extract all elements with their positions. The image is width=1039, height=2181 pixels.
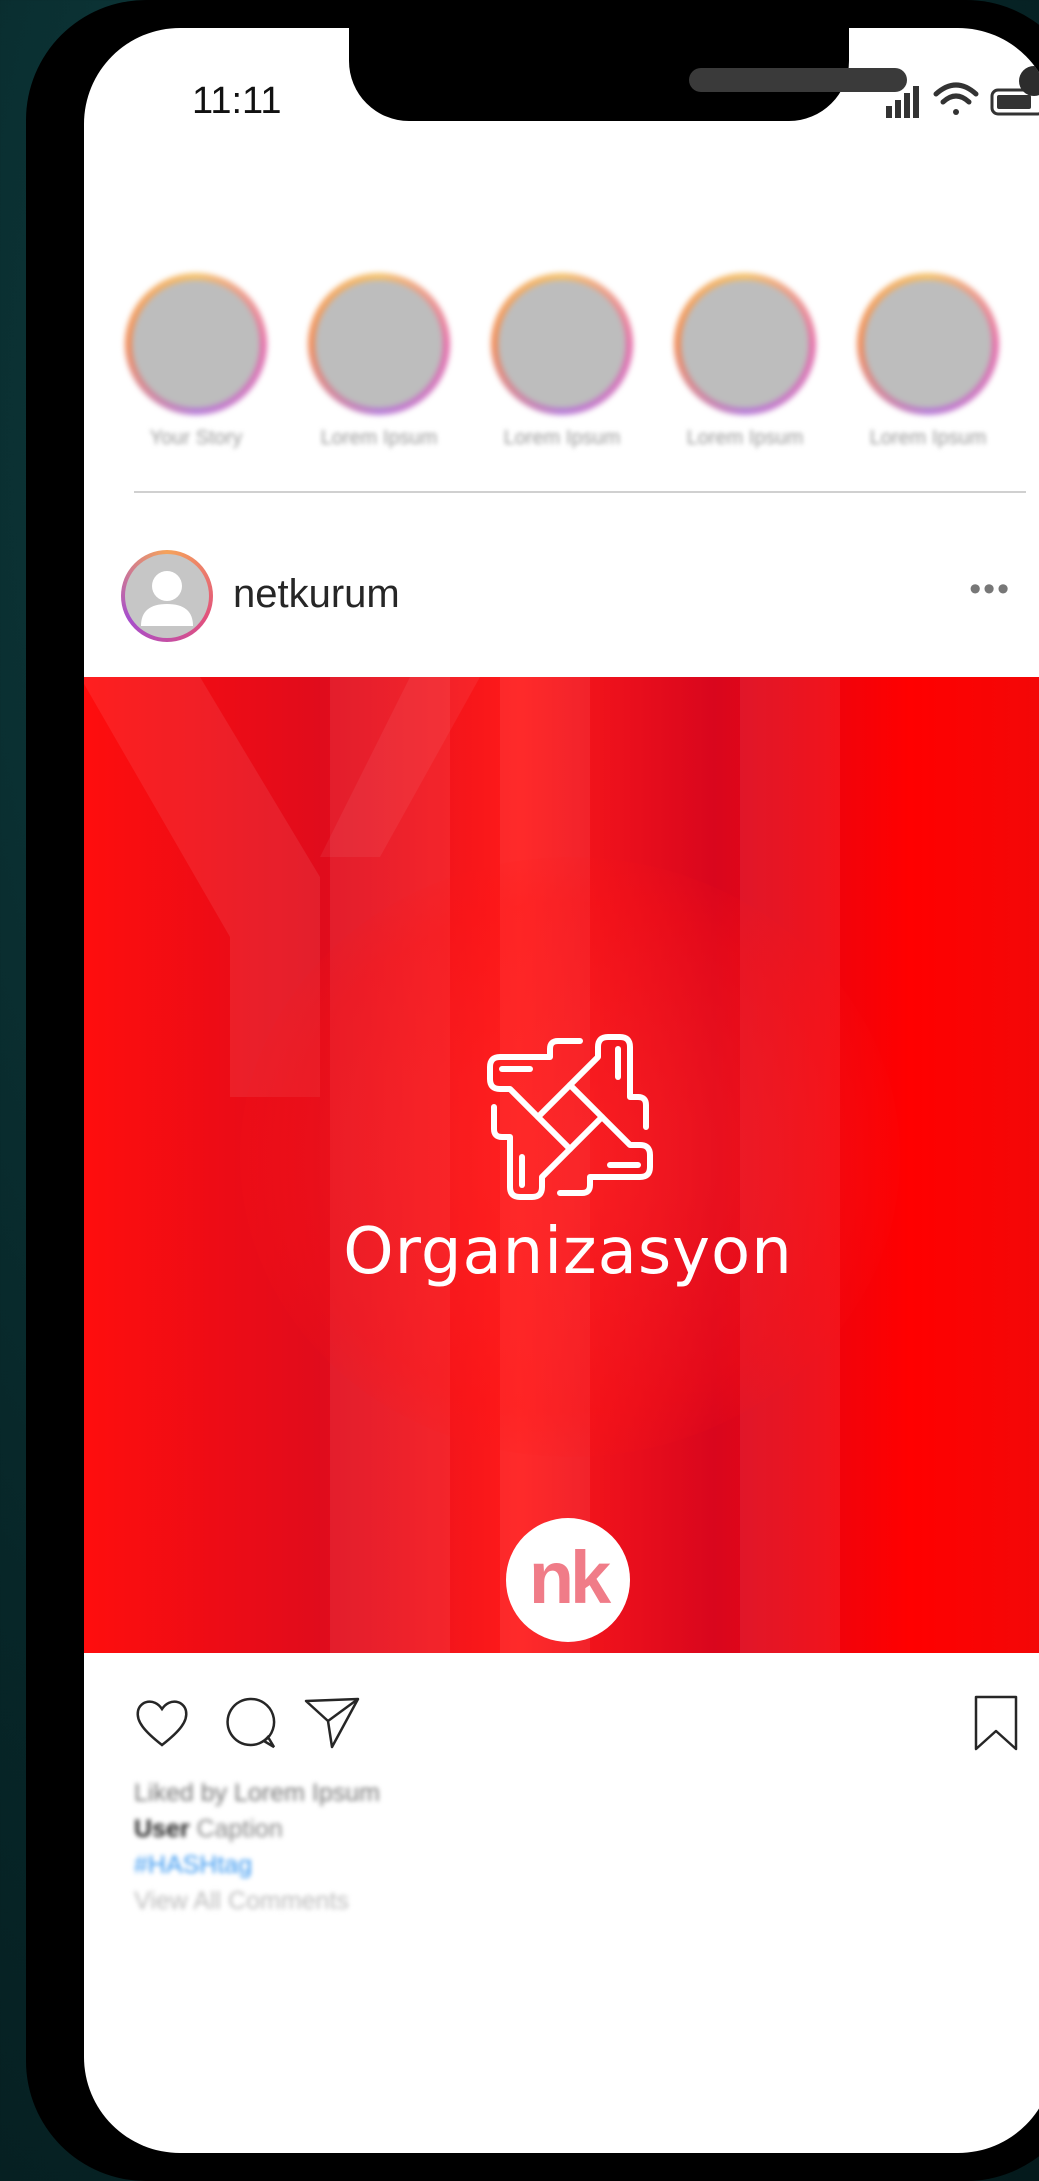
post-image[interactable]: Organizasyon nk — [84, 677, 1039, 1653]
nk-logo: nk — [506, 1518, 630, 1642]
phone-screen: 11:11 Your Story Lorem Ipsum Lorem Ipsum… — [84, 28, 1039, 2153]
post-username[interactable]: netkurum — [233, 572, 400, 617]
phone-frame: 11:11 Your Story Lorem Ipsum Lorem Ipsum… — [26, 0, 1039, 2181]
post-avatar[interactable] — [121, 550, 213, 642]
caption-text: Caption — [196, 1815, 283, 1843]
heart-icon[interactable] — [134, 1695, 190, 1751]
status-time: 11:11 — [192, 80, 282, 122]
stories-row: Your Story Lorem Ipsum Lorem Ipsum Lorem… — [106, 245, 1039, 465]
hashtag-link[interactable]: #HASHtag — [134, 1847, 380, 1883]
status-icons — [886, 82, 1039, 118]
speaker-grille — [689, 68, 907, 92]
story-avatar — [491, 273, 633, 415]
caption-line: User Caption — [134, 1811, 380, 1847]
story-avatar — [857, 273, 999, 415]
liked-by-text[interactable]: Liked by Lorem Ipsum — [134, 1775, 380, 1811]
story-avatar — [308, 273, 450, 415]
caption-user[interactable]: User — [134, 1815, 190, 1843]
story-item[interactable]: Lorem Ipsum — [838, 245, 1018, 450]
story-label: Your Story — [149, 427, 243, 449]
story-label: Lorem Ipsum — [320, 427, 438, 449]
logo-text: nk — [528, 1536, 611, 1619]
story-avatar — [125, 273, 267, 415]
comment-icon[interactable] — [222, 1695, 278, 1751]
story-label: Lorem Ipsum — [869, 427, 987, 449]
share-icon[interactable] — [304, 1695, 360, 1751]
story-item[interactable]: Your Story — [106, 245, 286, 450]
more-options-icon[interactable]: ••• — [969, 570, 1011, 609]
post-image-caption: Organizasyon — [343, 1215, 793, 1289]
post-actions — [134, 1695, 1024, 1755]
story-label: Lorem Ipsum — [686, 427, 804, 449]
post-caption: Liked by Lorem Ipsum User Caption #HASHt… — [134, 1775, 380, 1919]
story-item[interactable]: Lorem Ipsum — [289, 245, 469, 450]
phone-notch — [349, 28, 1039, 121]
stories-divider — [134, 491, 1026, 493]
story-avatar — [674, 273, 816, 415]
hands-teamwork-icon — [487, 1034, 653, 1200]
story-item[interactable]: Lorem Ipsum — [655, 245, 835, 450]
story-label: Lorem Ipsum — [503, 427, 621, 449]
wifi-icon — [933, 82, 979, 115]
user-icon — [141, 571, 193, 626]
story-item[interactable]: Lorem Ipsum — [472, 245, 652, 450]
bookmark-icon[interactable] — [968, 1695, 1024, 1751]
view-comments-link[interactable]: View All Comments — [134, 1883, 380, 1919]
post-header: netkurum ••• — [121, 550, 1021, 650]
